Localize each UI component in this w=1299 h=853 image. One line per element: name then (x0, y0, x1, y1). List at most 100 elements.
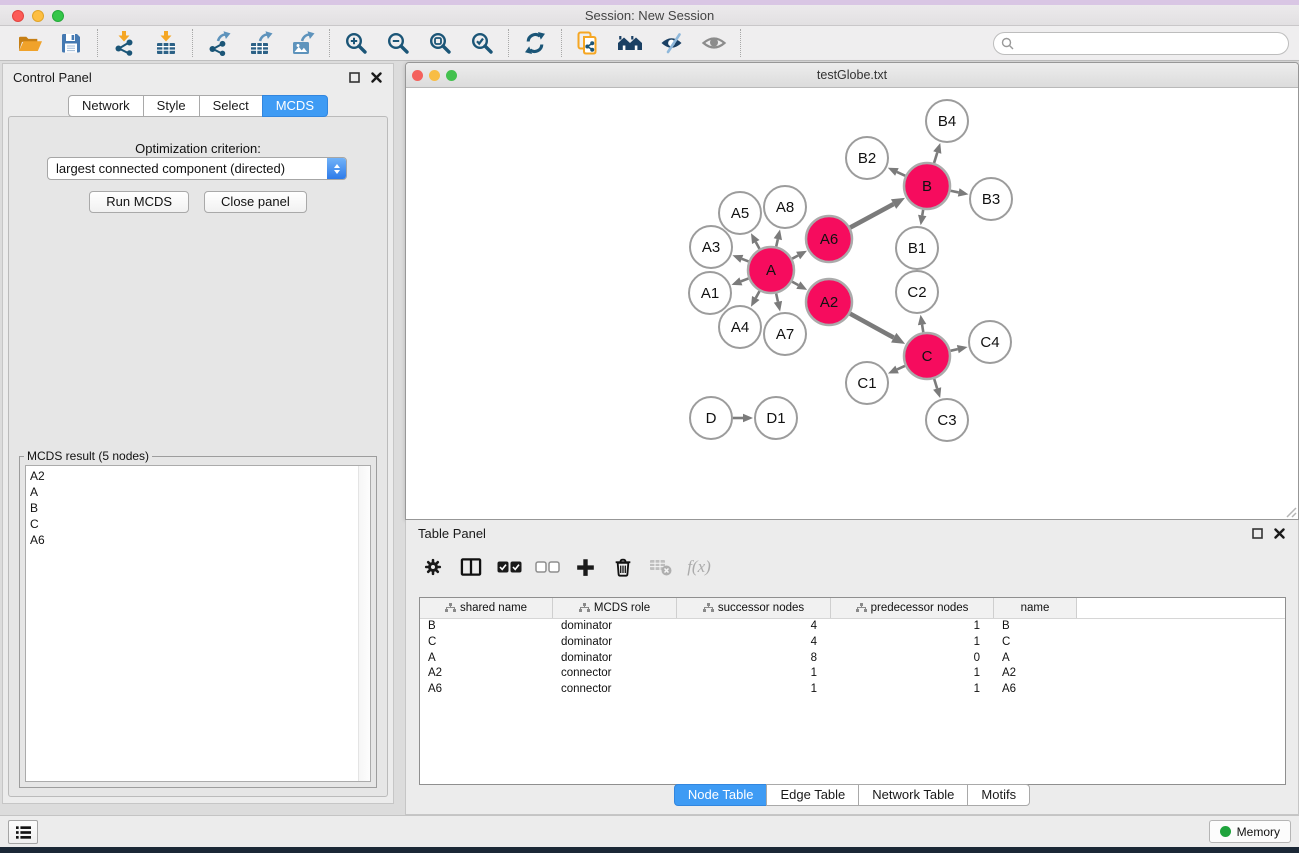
table-row[interactable]: A6connector11A6 (420, 682, 1285, 698)
zoom-selected-button[interactable] (461, 28, 503, 58)
column-header-predecessor-nodes[interactable]: predecessor nodes (831, 598, 994, 618)
graph-edge-A-A1[interactable] (741, 278, 749, 281)
tab-node-table[interactable]: Node Table (674, 784, 768, 806)
save-session-button[interactable] (50, 28, 92, 58)
zoom-fit-button[interactable] (419, 28, 461, 58)
graph-edge-A6-B[interactable] (850, 204, 893, 228)
graph-edge-arrowhead (933, 143, 941, 154)
graph-edge-B-B2[interactable] (897, 172, 905, 176)
resize-grip-icon[interactable] (1283, 504, 1297, 518)
graph-edge-A-A6[interactable] (792, 255, 798, 258)
graph-edge-A-A5[interactable] (756, 242, 760, 249)
add-column-button[interactable] (568, 553, 602, 581)
show-graphics-details-button[interactable] (693, 28, 735, 58)
result-list-item[interactable]: C (26, 516, 370, 532)
control-panel-tabs: NetworkStyleSelectMCDS (3, 95, 393, 117)
graph-edge-B-B1[interactable] (922, 210, 923, 216)
export-image-button[interactable] (282, 28, 324, 58)
copy-network-icon (575, 30, 601, 56)
criterion-dropdown[interactable]: largest connected component (directed) (47, 157, 347, 180)
graph-edge-A2-C[interactable] (850, 314, 894, 338)
graph-edge-B-B4[interactable] (934, 153, 937, 164)
graph-edge-A-A2[interactable] (792, 282, 798, 285)
result-list-scrollbar[interactable] (358, 466, 370, 781)
table-row[interactable]: Adominator80A (420, 651, 1285, 667)
deselect-all-rows-button[interactable] (530, 553, 564, 581)
export-table-icon (248, 30, 274, 56)
column-header-name[interactable]: name (994, 598, 1077, 618)
graph-node-label: C (922, 348, 933, 365)
close-table-panel-button[interactable] (1272, 526, 1286, 540)
result-list-item[interactable]: A2 (26, 466, 370, 484)
cytoscape-home-button[interactable] (609, 28, 651, 58)
result-list-item[interactable]: A6 (26, 532, 370, 548)
zoom-view-button[interactable] (446, 70, 457, 81)
graph-edge-C-C1[interactable] (897, 366, 905, 370)
table-row[interactable]: A2connector11A2 (420, 666, 1285, 682)
delete-column-button[interactable] (606, 553, 640, 581)
import-network-button[interactable] (103, 28, 145, 58)
column-header-mcds-role[interactable]: MCDS role (553, 598, 677, 618)
column-manager-button[interactable] (454, 553, 488, 581)
tab-edge-table[interactable]: Edge Table (766, 784, 859, 806)
column-header-successor-nodes[interactable]: successor nodes (677, 598, 831, 618)
tab-style[interactable]: Style (143, 95, 200, 117)
zoom-out-button[interactable] (377, 28, 419, 58)
hide-graphics-details-button[interactable] (651, 28, 693, 58)
import-table-button[interactable] (145, 28, 187, 58)
zoom-in-button[interactable] (335, 28, 377, 58)
graph-edge-A-A3[interactable] (742, 259, 749, 262)
graph-node-label: B (922, 178, 932, 195)
table-row[interactable]: Bdominator41B (420, 619, 1285, 635)
memory-button[interactable]: Memory (1209, 820, 1291, 843)
minimize-window-button[interactable] (32, 10, 44, 22)
open-session-button[interactable] (8, 28, 50, 58)
apply-function-button[interactable]: f(x) (682, 553, 716, 581)
table-options-button[interactable] (416, 553, 450, 581)
result-list-item[interactable]: B (26, 500, 370, 516)
graph-edge-arrowhead (774, 301, 782, 312)
network-canvas[interactable]: B4B2BB3A8A5A6B1A3AA1C2A2A4A7C4CC1C3DD1 (406, 88, 1298, 519)
graph-edge-A-A7[interactable] (776, 293, 778, 301)
tab-motifs[interactable]: Motifs (967, 784, 1030, 806)
table-row[interactable]: Cdominator41C (420, 635, 1285, 651)
graph-edge-B-B3[interactable] (951, 191, 959, 193)
table-panel-title: Table Panel (418, 526, 486, 541)
run-mcds-button[interactable]: Run MCDS (89, 191, 189, 213)
tab-select[interactable]: Select (199, 95, 263, 117)
show-panels-button[interactable] (8, 820, 38, 844)
refresh-view-button[interactable] (514, 28, 556, 58)
minimize-view-button[interactable] (429, 70, 440, 81)
export-network-button[interactable] (198, 28, 240, 58)
close-panel-action-button[interactable]: Close panel (204, 191, 307, 213)
tab-mcds[interactable]: MCDS (262, 95, 328, 117)
export-network-icon (206, 30, 232, 56)
close-view-button[interactable] (412, 70, 423, 81)
graph-node-label: A7 (776, 326, 794, 343)
copy-network-button[interactable] (567, 28, 609, 58)
graph-edge-A-A4[interactable] (756, 291, 760, 298)
tab-network-table[interactable]: Network Table (858, 784, 968, 806)
graph-edge-A-A8[interactable] (776, 239, 778, 246)
export-table-button[interactable] (240, 28, 282, 58)
float-window-icon (349, 72, 360, 83)
graph-edge-C-C2[interactable] (922, 325, 923, 333)
float-table-panel-button[interactable] (1250, 526, 1264, 540)
select-all-rows-button[interactable] (492, 553, 526, 581)
app-window: Session: New Session (0, 0, 1299, 853)
result-list-item[interactable]: A (26, 484, 370, 500)
column-header-shared-name[interactable]: shared name (420, 598, 553, 618)
table-cell: A (420, 651, 553, 667)
graph-edge-C-C4[interactable] (950, 349, 957, 351)
close-panel-button[interactable] (369, 70, 383, 84)
table-cell: 1 (831, 635, 994, 651)
float-panel-button[interactable] (347, 70, 361, 84)
close-window-button[interactable] (12, 10, 24, 22)
graph-edge-C-C3[interactable] (934, 379, 937, 389)
zoom-window-button[interactable] (52, 10, 64, 22)
graph-node-label: A (766, 262, 776, 279)
delete-table-button[interactable] (644, 553, 678, 581)
search-input[interactable] (993, 32, 1289, 55)
mcds-tab-content: Optimization criterion: largest connecte… (8, 116, 388, 797)
tab-network[interactable]: Network (68, 95, 144, 117)
